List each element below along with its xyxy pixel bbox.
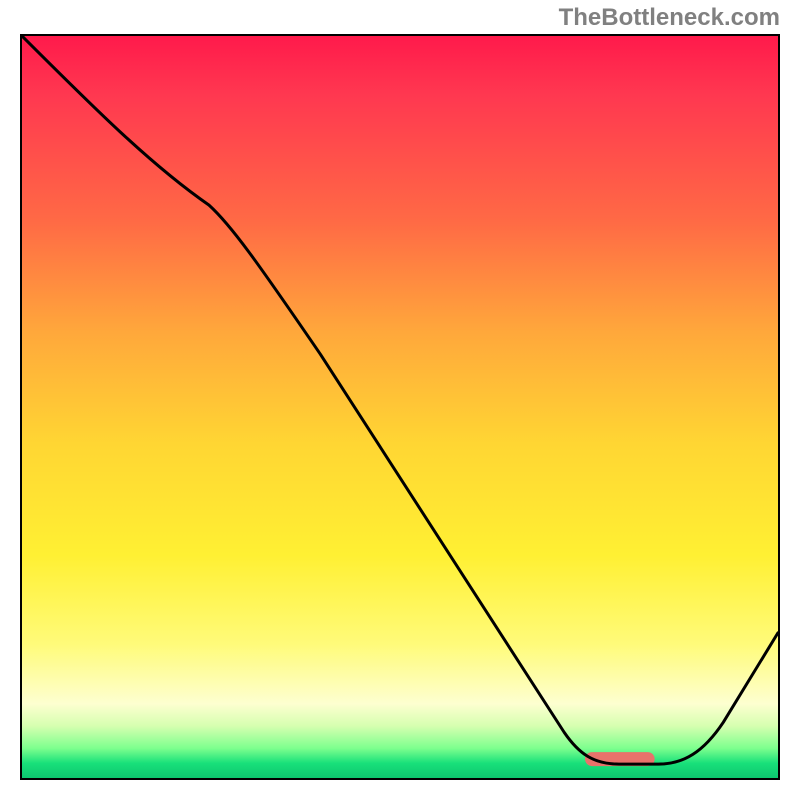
watermark-text: TheBottleneck.com [559, 4, 780, 32]
chart-container: TheBottleneck.com [0, 0, 800, 800]
plot-area [20, 34, 780, 780]
bottleneck-curve [22, 36, 778, 764]
curve-layer [22, 36, 778, 778]
